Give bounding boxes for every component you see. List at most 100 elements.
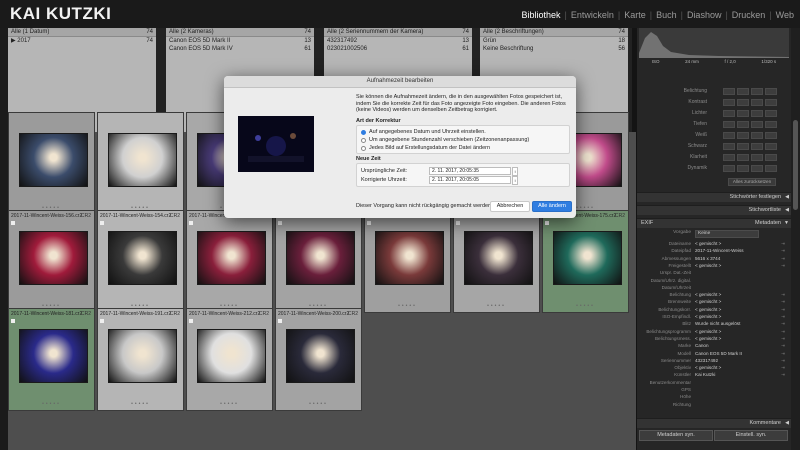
increase-large-button[interactable] — [765, 99, 777, 106]
metadata-value[interactable]: 432317492 — [695, 358, 718, 364]
collapse-triangle-icon[interactable]: ◀ — [785, 206, 789, 215]
adjust-buttons[interactable] — [723, 110, 777, 117]
filter-row[interactable]: 023021002506 61 — [324, 45, 472, 53]
radio-button[interactable] — [361, 137, 366, 143]
metadata-action-icon[interactable]: ⇥ — [781, 365, 785, 371]
rating-stars[interactable]: ••••• — [9, 401, 94, 407]
photo-thumbnail[interactable] — [19, 133, 88, 187]
decrease-button[interactable] — [737, 88, 749, 95]
metadata-action-icon[interactable]: ⇥ — [781, 299, 785, 305]
photo-thumbnail[interactable] — [464, 231, 533, 285]
photo-thumbnail[interactable] — [108, 329, 177, 383]
photo-thumbnail[interactable] — [197, 231, 266, 285]
metadata-action-icon[interactable]: ⇥ — [781, 307, 785, 313]
metadata-value[interactable]: < gemischt > — [695, 263, 721, 269]
filter-row[interactable]: Grün 18 — [480, 37, 628, 45]
photo-thumbnail[interactable] — [197, 329, 266, 383]
rating-stars[interactable]: ••••• — [543, 303, 628, 309]
scrollbar-thumb[interactable] — [793, 120, 798, 210]
metadata-action-icon[interactable]: ⇥ — [781, 314, 785, 320]
increase-button[interactable] — [751, 143, 763, 150]
cell-flag-icon[interactable] — [189, 221, 193, 225]
cell-flag-icon[interactable] — [100, 319, 104, 323]
metadata-value[interactable]: 2017-11-Wincent-Weiss — [695, 248, 744, 254]
metadata-action-icon[interactable]: ⇥ — [781, 329, 785, 335]
grid-cell[interactable]: 2017-11-Wincent-Weiss-200.cr2 CR2 ••••• — [275, 308, 362, 411]
metadata-action-icon[interactable]: ⇥ — [781, 248, 785, 254]
rating-stars[interactable]: ••••• — [365, 303, 450, 309]
cell-flag-icon[interactable] — [545, 221, 549, 225]
metadata-action-icon[interactable]: ⇥ — [781, 292, 785, 298]
cell-flag-icon[interactable] — [11, 319, 15, 323]
filter-row[interactable]: ▶ 2017 74 — [8, 37, 156, 45]
photo-thumbnail[interactable] — [286, 231, 355, 285]
photo-thumbnail[interactable] — [108, 231, 177, 285]
decrease-button[interactable] — [737, 132, 749, 139]
module-entwickeln[interactable]: Entwickeln — [571, 10, 614, 20]
decrease-large-button[interactable] — [723, 165, 735, 172]
decrease-button[interactable] — [737, 99, 749, 106]
metadata-value[interactable]: < gemischt > — [695, 365, 721, 371]
metadata-preset-label[interactable]: EXIF — [641, 219, 653, 228]
option-file-creation-date[interactable]: Jedes Bild auf Erstellungsdatum der Date… — [361, 145, 490, 151]
metadata-value[interactable]: < gemischt > — [695, 241, 721, 247]
module-bibliothek[interactable]: Bibliothek — [521, 10, 560, 20]
photo-thumbnail[interactable] — [19, 231, 88, 285]
cell-flag-icon[interactable] — [189, 319, 193, 323]
metadata-value[interactable]: < gemischt > — [695, 307, 721, 313]
preset-select[interactable]: Keine — [695, 230, 759, 238]
metadata-value[interactable]: Wurde nicht ausgelöst — [695, 321, 740, 327]
adjust-buttons[interactable] — [723, 132, 777, 139]
adjust-buttons[interactable] — [723, 88, 777, 95]
decrease-button[interactable] — [737, 154, 749, 161]
filter-row[interactable]: Canon EOS 5D Mark IV 61 — [166, 45, 314, 53]
decrease-button[interactable] — [737, 165, 749, 172]
metadata-action-icon[interactable]: ⇥ — [781, 336, 785, 342]
rating-stars[interactable]: ••••• — [454, 303, 539, 309]
decrease-button[interactable] — [737, 143, 749, 150]
metadata-action-icon[interactable]: ⇥ — [781, 256, 785, 262]
photo-thumbnail[interactable] — [375, 231, 444, 285]
module-drucken[interactable]: Drucken — [732, 10, 766, 20]
grid-cell[interactable]: ••••• — [8, 112, 95, 215]
option-set-date-time[interactable]: Auf angegebenes Datum und Uhrzeit einste… — [361, 129, 486, 135]
grid-cell[interactable]: 2017-11-Wincent-Weiss-191.cr2 CR2 ••••• — [97, 308, 184, 411]
filter-row[interactable]: 432317492 13 — [324, 37, 472, 45]
module-diashow[interactable]: Diashow — [687, 10, 722, 20]
sync-settings-button[interactable]: Einstell. syn. — [714, 430, 788, 441]
grid-cell[interactable]: 2017-11-Wincent-Weiss-154.cr2 CR2 ••••• — [97, 210, 184, 313]
cell-flag-icon[interactable] — [11, 221, 15, 225]
reset-all-button[interactable]: Alles zurücksetzen — [728, 178, 776, 186]
increase-button[interactable] — [751, 99, 763, 106]
module-web[interactable]: Web — [776, 10, 794, 20]
grid-cell[interactable]: 2017-11-Wincent-Weiss-...CR2••••• — [275, 210, 362, 313]
rating-stars[interactable]: ••••• — [187, 401, 272, 407]
change-all-button[interactable]: Alle ändern — [532, 201, 572, 212]
metadata-value[interactable]: < gemischt > — [695, 299, 721, 305]
adjust-buttons[interactable] — [723, 154, 777, 161]
decrease-large-button[interactable] — [723, 121, 735, 128]
photo-thumbnail[interactable] — [553, 231, 622, 285]
grid-cell[interactable]: 2017-11-Wincent-Weiss-212.cr2 CR2 ••••• — [186, 308, 273, 411]
increase-large-button[interactable] — [765, 165, 777, 172]
collapse-triangle-icon[interactable]: ◀ — [785, 419, 789, 428]
sync-metadata-button[interactable]: Metadaten syn. — [639, 430, 713, 441]
grid-cell[interactable]: 2017-11-Wincent-Weiss-156.cr2 CR2 ••••• — [8, 210, 95, 313]
radio-button[interactable] — [361, 129, 366, 135]
grid-cell[interactable]: 2017-11-Wincent-Weiss-...CR2••••• — [364, 210, 451, 313]
filter-row[interactable]: Canon EOS 5D Mark II 13 — [166, 37, 314, 45]
metadata-action-icon[interactable]: ⇥ — [781, 351, 785, 357]
increase-button[interactable] — [751, 88, 763, 95]
metadata-value[interactable]: Canon — [695, 343, 709, 349]
adjust-buttons[interactable] — [723, 143, 777, 150]
module-karte[interactable]: Karte — [624, 10, 646, 20]
increase-large-button[interactable] — [765, 132, 777, 139]
grid-cell[interactable]: 2017-11-Wincent-Weiss-...CR2••••• — [453, 210, 540, 313]
decrease-button[interactable] — [737, 110, 749, 117]
panel-header-metadata[interactable]: EXIF Metadaten ▼ — [637, 218, 791, 228]
metadata-value[interactable]: Kai Kutzki — [695, 372, 715, 378]
increase-button[interactable] — [751, 132, 763, 139]
decrease-button[interactable] — [737, 121, 749, 128]
metadata-value[interactable]: < gemischt > — [695, 292, 721, 298]
metadata-action-icon[interactable]: ⇥ — [781, 321, 785, 327]
